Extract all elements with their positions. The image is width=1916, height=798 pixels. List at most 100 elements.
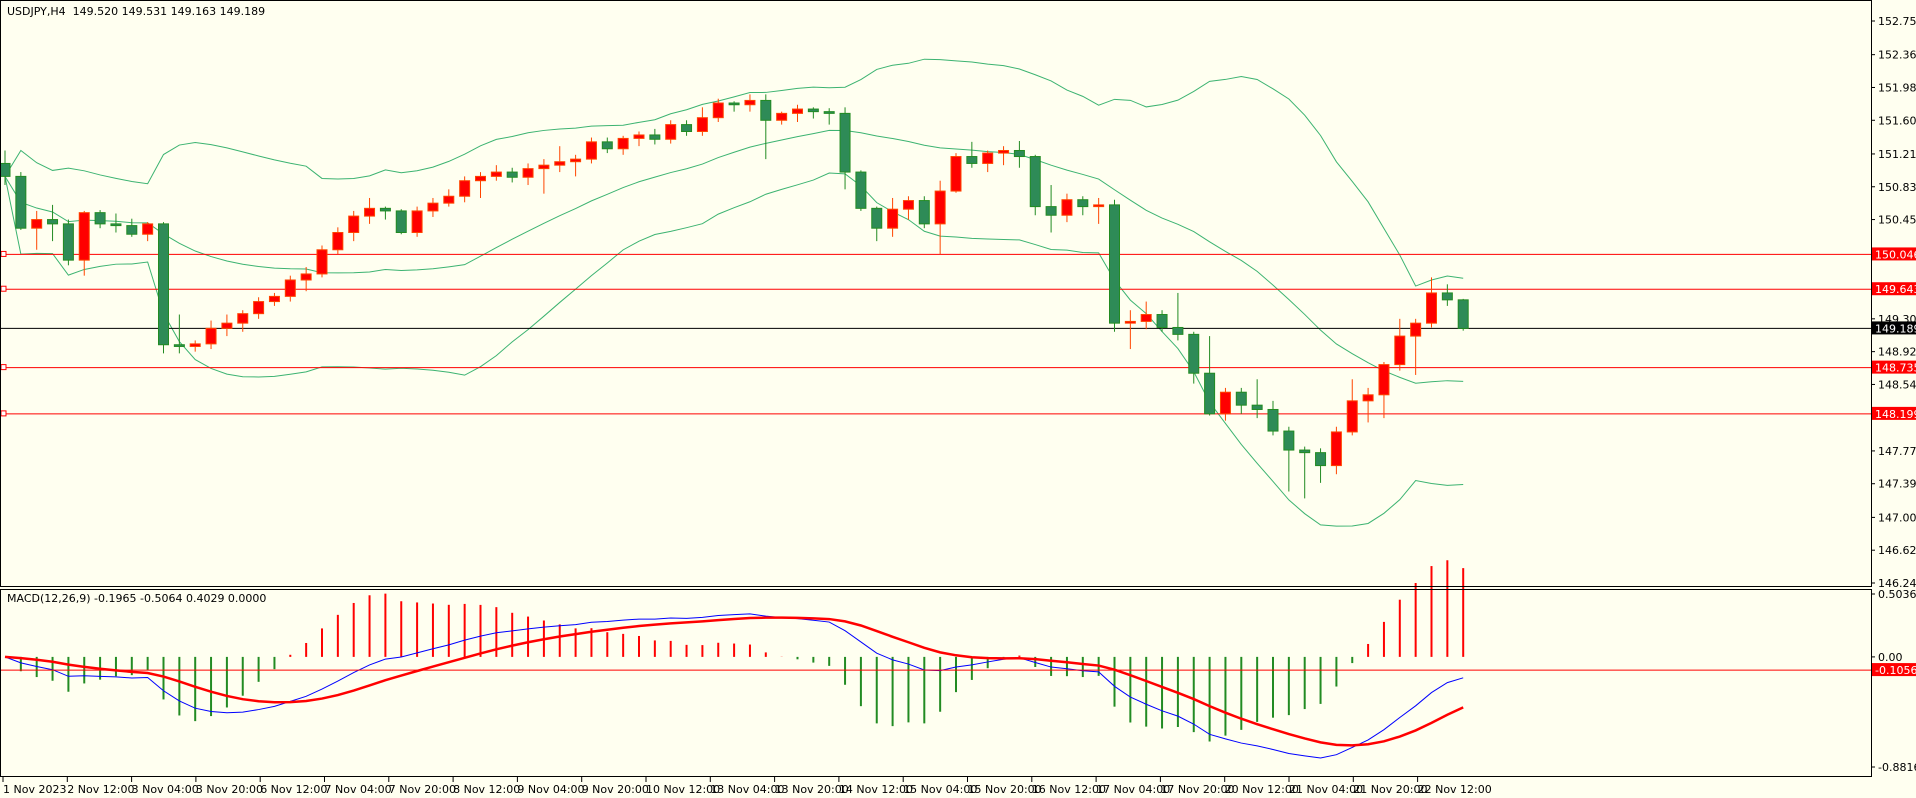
price-tick-label: 147.000 bbox=[1878, 511, 1916, 524]
bear-candle bbox=[966, 156, 978, 164]
bollinger-lower bbox=[4, 172, 1464, 527]
bull-candle bbox=[348, 215, 360, 234]
bear-candle bbox=[506, 171, 518, 178]
chart-canvas[interactable]: 150.046149.643148.735148.199149.189 -0.1… bbox=[0, 0, 1916, 798]
horizontal-levels[interactable]: 150.046149.643148.735148.199149.189 bbox=[0, 247, 1916, 421]
macd-signal-line bbox=[4, 616, 1464, 747]
time-label: 20 Nov 12:00 bbox=[1225, 783, 1299, 796]
bull-candle bbox=[522, 168, 534, 178]
time-label: 7 Nov 20:00 bbox=[389, 783, 456, 796]
bear-candle bbox=[823, 111, 835, 114]
bear-candle bbox=[1013, 149, 1025, 158]
bull-candle bbox=[1362, 394, 1374, 402]
bear-candle bbox=[1283, 430, 1295, 451]
bull-candle bbox=[253, 301, 265, 315]
bull-candle bbox=[554, 161, 566, 166]
bear-candle bbox=[126, 225, 138, 235]
bear-candle bbox=[379, 207, 391, 212]
bull-candle bbox=[189, 343, 201, 347]
price-tick-label: 150.830 bbox=[1878, 181, 1916, 194]
level-handle bbox=[0, 285, 7, 292]
level-price-label: 149.643 bbox=[1875, 283, 1916, 296]
time-label: 13 Nov 20:00 bbox=[775, 783, 849, 796]
price-tick-label: 147.390 bbox=[1878, 478, 1916, 491]
main-panel-frame bbox=[0, 0, 1872, 587]
bull-candle bbox=[712, 102, 724, 119]
bull-candle bbox=[887, 208, 899, 229]
bull-candle bbox=[570, 158, 582, 163]
bull-candle bbox=[490, 171, 502, 177]
bull-candle bbox=[633, 134, 645, 139]
level-price-label: 148.199 bbox=[1875, 408, 1916, 421]
bull-candle bbox=[1394, 335, 1406, 366]
time-label: 15 Nov 20:00 bbox=[968, 783, 1042, 796]
bear-candle bbox=[1204, 372, 1216, 415]
level-price-label: 148.735 bbox=[1875, 362, 1916, 375]
bull-candle bbox=[221, 322, 233, 329]
bear-candle bbox=[1045, 206, 1057, 216]
bull-candle bbox=[1093, 204, 1105, 208]
time-label: 22 Nov 12:00 bbox=[1418, 783, 1492, 796]
bear-candle bbox=[871, 207, 883, 229]
time-label: 15 Nov 04:00 bbox=[903, 783, 977, 796]
price-tick-label: 152.750 bbox=[1878, 15, 1916, 28]
macd-panel-frame bbox=[0, 589, 1872, 777]
bear-candle bbox=[1188, 333, 1200, 374]
bull-candle bbox=[332, 232, 344, 251]
bull-candle bbox=[443, 195, 455, 204]
level-handle bbox=[0, 364, 7, 371]
bear-candle bbox=[839, 112, 851, 173]
price-tick-label: 147.770 bbox=[1878, 445, 1916, 458]
bear-candle bbox=[1077, 199, 1089, 208]
bull-candle bbox=[998, 149, 1010, 154]
bull-candle bbox=[411, 210, 423, 234]
bear-candle bbox=[47, 219, 59, 225]
bear-candle bbox=[1299, 449, 1311, 454]
bull-candle bbox=[1410, 322, 1422, 337]
bull-candle bbox=[902, 200, 914, 210]
symbol-header: USDJPY,H4 149.520 149.531 149.163 149.18… bbox=[7, 5, 265, 18]
macd-tick-label: 0.5036 bbox=[1878, 588, 1916, 601]
axes: 152.750 152.360 151.980 151.600 151.210 150.8… bbox=[0, 0, 1916, 796]
time-label: 17 Nov 20:00 bbox=[1160, 783, 1234, 796]
time-label: 17 Nov 04:00 bbox=[1096, 783, 1170, 796]
bull-candle bbox=[696, 117, 708, 133]
bear-candle bbox=[601, 141, 613, 150]
time-label: 3 Nov 20:00 bbox=[196, 783, 263, 796]
bull-candle bbox=[950, 156, 962, 192]
bull-candle bbox=[316, 249, 328, 275]
bull-candle bbox=[665, 124, 677, 140]
bull-candle bbox=[1330, 431, 1342, 467]
bear-candle bbox=[807, 108, 819, 113]
bear-candle bbox=[1109, 204, 1120, 324]
bear-candle bbox=[728, 102, 740, 106]
time-label: 10 Nov 12:00 bbox=[646, 783, 720, 796]
level-handle bbox=[0, 250, 7, 257]
bollinger-bands bbox=[4, 58, 1464, 527]
price-tick-label: 148.540 bbox=[1878, 378, 1916, 391]
bull-candle bbox=[78, 212, 90, 261]
bull-candle bbox=[538, 164, 550, 170]
macd-value-label: -0.1056 bbox=[1875, 664, 1916, 677]
price-tick-label: 150.450 bbox=[1878, 214, 1916, 227]
time-label: 9 Nov 04:00 bbox=[517, 783, 584, 796]
bear-candle bbox=[1235, 391, 1247, 406]
bull-candle bbox=[459, 180, 471, 197]
price-tick-label: 151.210 bbox=[1878, 148, 1916, 161]
bull-candle bbox=[475, 175, 486, 182]
bear-candle bbox=[173, 344, 185, 347]
macd-tick-label: -0.8816 bbox=[1878, 761, 1916, 774]
bear-candle bbox=[1315, 452, 1327, 467]
price-tick-label: 148.920 bbox=[1878, 346, 1916, 359]
bull-candle bbox=[205, 327, 217, 345]
price-tick-label: 149.300 bbox=[1878, 313, 1916, 326]
bear-candle bbox=[918, 200, 930, 225]
bollinger-middle bbox=[4, 129, 1464, 384]
bull-candle bbox=[585, 141, 597, 160]
price-tick-label: 146.620 bbox=[1878, 544, 1916, 557]
bear-candle bbox=[1267, 408, 1279, 432]
symbol-label: USDJPY,H4 bbox=[7, 5, 66, 18]
bear-candle bbox=[1251, 404, 1263, 410]
bull-candle bbox=[1378, 364, 1390, 396]
time-label: 1 Nov 2023 bbox=[3, 783, 66, 796]
